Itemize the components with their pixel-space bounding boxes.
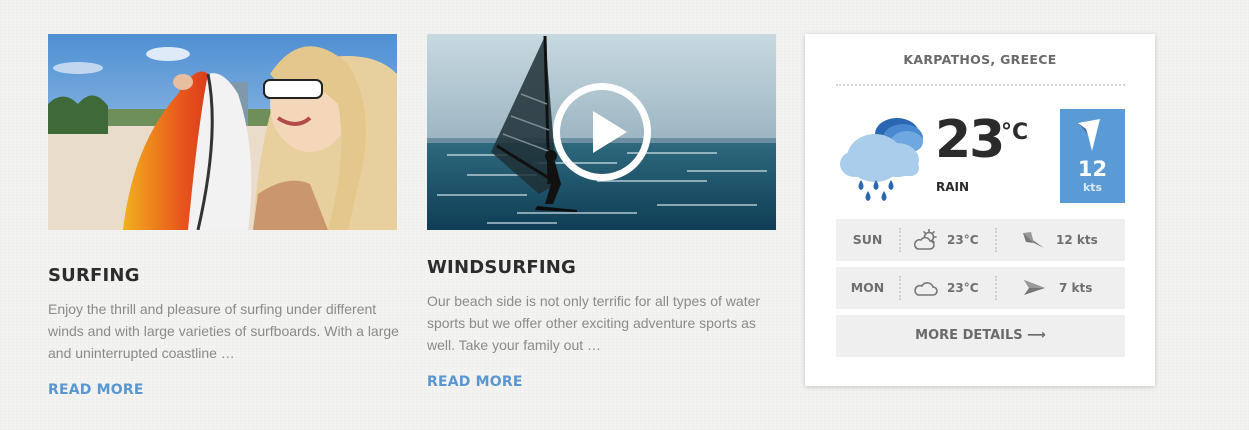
forecast-temperature: 23°C	[947, 281, 979, 295]
wind-unit: kts	[1082, 181, 1103, 194]
wind-direction-icon	[1022, 230, 1046, 254]
forecast-wind: 7 kts	[1059, 281, 1093, 295]
divider	[836, 84, 1125, 86]
divider	[995, 276, 997, 300]
divider	[899, 228, 901, 252]
divider	[899, 276, 901, 300]
wind-speed-box: 12 kts	[1060, 109, 1125, 203]
forecast-row: SUN 23°C 12 kts	[836, 219, 1125, 261]
forecast-row: MON 23°C 7 kts	[836, 267, 1125, 309]
weather-location: KARPATHOS, GREECE	[903, 52, 1057, 67]
card-title: WINDSURFING	[427, 257, 577, 278]
read-more-link[interactable]: READ MORE	[427, 374, 523, 390]
forecast-temperature: 23°C	[947, 233, 979, 247]
partly-sunny-icon	[914, 228, 938, 255]
windsurfing-card: WINDSURFING Our beach side is not only t…	[427, 34, 776, 390]
card-title: SURFING	[48, 265, 140, 286]
wind-speed: 12	[1077, 157, 1108, 181]
windsurfing-video[interactable]	[427, 34, 776, 230]
more-details-button[interactable]: MORE DETAILS ⟶	[836, 315, 1125, 357]
forecast-day: SUN	[852, 232, 883, 247]
forecast-wind: 12 kts	[1056, 233, 1098, 247]
current-temperature: 23	[935, 110, 1005, 170]
play-video-button[interactable]	[553, 83, 651, 181]
rain-cloud-icon	[839, 116, 927, 206]
temperature-unit: °C	[1001, 120, 1029, 145]
divider	[995, 228, 997, 252]
surfing-card: SURFING Enjoy the thrill and pleasure of…	[48, 34, 399, 398]
weather-widget: KARPATHOS, GREECE 23 °C RAIN 12 kts SUN …	[805, 34, 1155, 386]
read-more-link[interactable]: READ MORE	[48, 382, 144, 398]
cloud-icon	[914, 277, 938, 303]
wind-direction-icon	[1022, 278, 1046, 302]
card-excerpt: Our beach side is not only terrific for …	[427, 293, 761, 353]
card-excerpt: Enjoy the thrill and pleasure of surfing…	[48, 301, 399, 361]
surfing-image[interactable]	[48, 34, 397, 230]
forecast-day: MON	[850, 280, 885, 295]
weather-condition: RAIN	[936, 180, 970, 194]
